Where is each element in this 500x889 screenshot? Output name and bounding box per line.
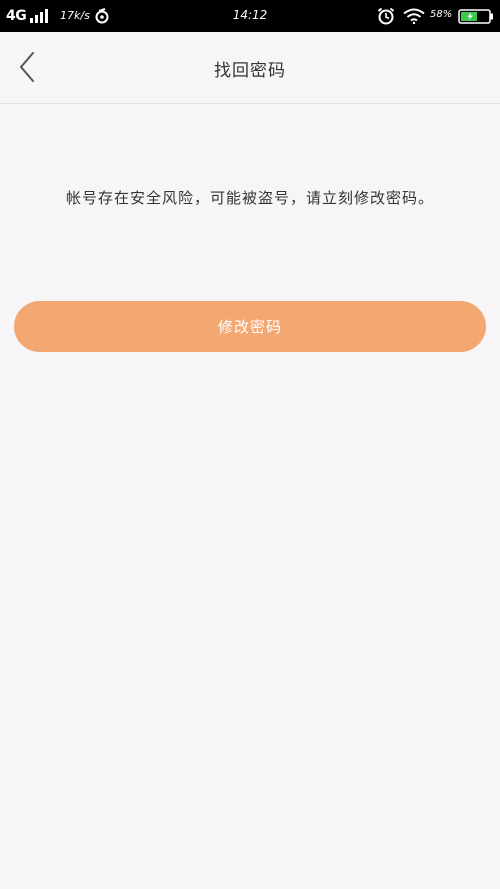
wifi-icon <box>403 8 425 24</box>
security-warning-message: 帐号存在安全风险，可能被盗号，请立刻修改密码。 <box>65 189 434 207</box>
status-bar: 4G 17k/s 14:12 58% <box>0 0 500 32</box>
change-password-button[interactable]: 修改密码 <box>14 301 486 352</box>
alarm-icon <box>377 7 395 25</box>
battery-icon <box>458 9 493 24</box>
page-title: 找回密码 <box>214 61 286 81</box>
nav-bar: 找回密码 <box>0 32 500 104</box>
battery-percent: 58% <box>430 9 453 20</box>
clock: 14:12 <box>232 8 268 22</box>
